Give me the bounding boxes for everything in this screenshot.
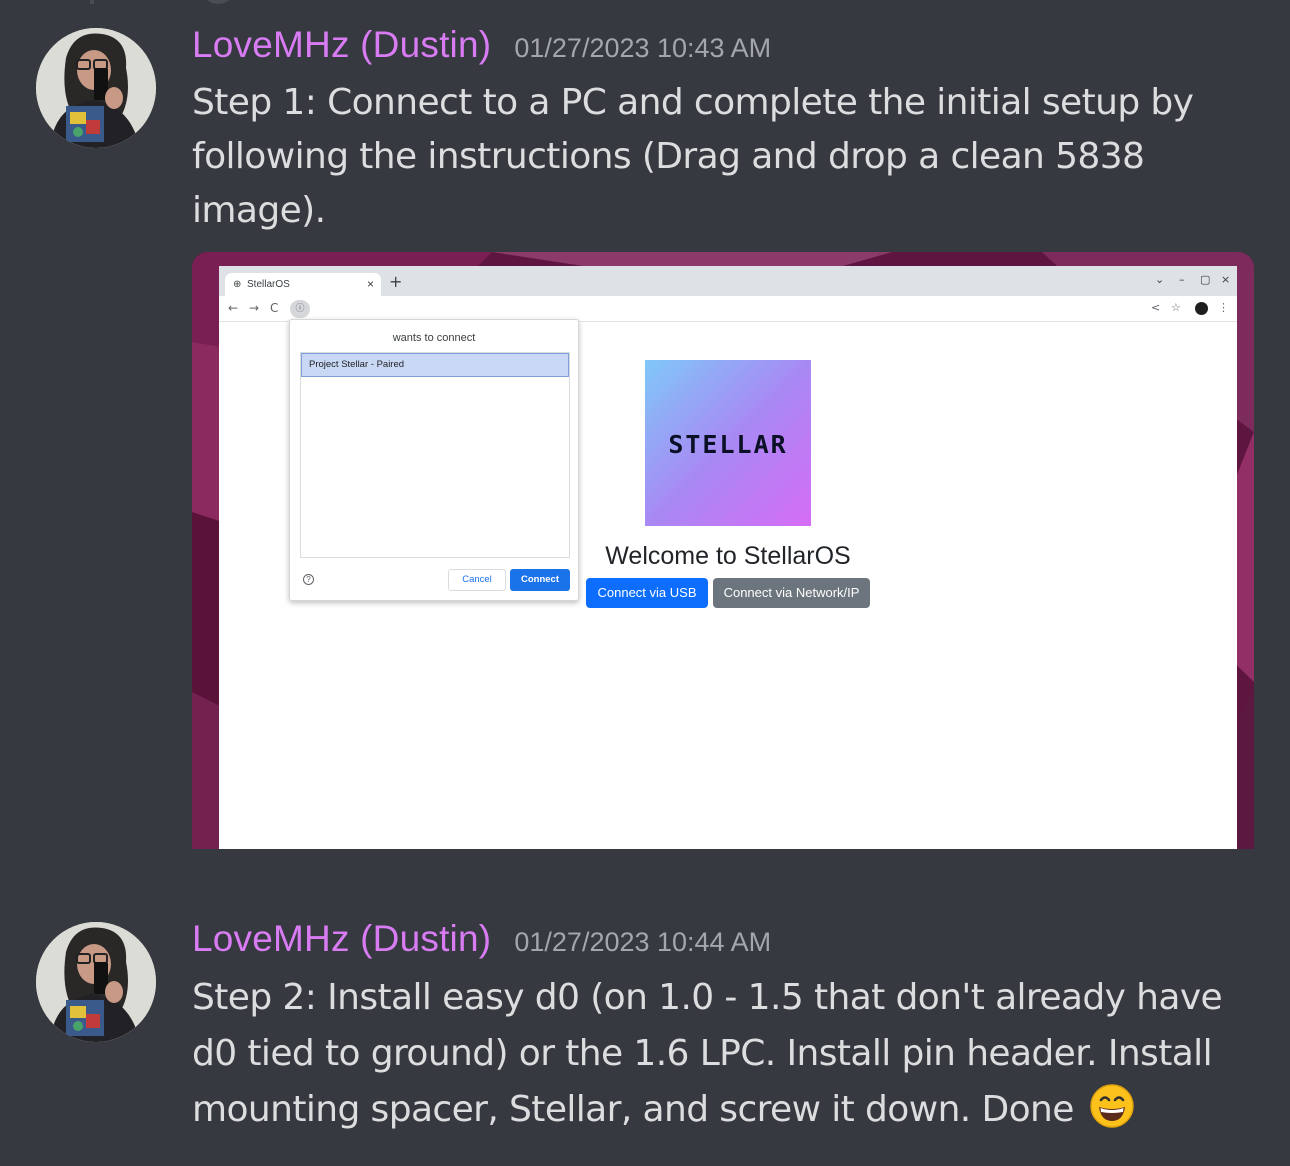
image-attachment[interactable]: ⊕ StellarOS × + ⌄ – ▢ × ← → C ⓘ < ☆ ⋮ wa… bbox=[192, 252, 1254, 849]
message-content: Step 1: Connect to a PC and complete the… bbox=[192, 82, 1194, 231]
avatar-photo bbox=[36, 28, 156, 148]
help-icon[interactable]: ? bbox=[303, 574, 314, 585]
reload-icon[interactable]: C bbox=[270, 301, 278, 315]
avatar[interactable] bbox=[36, 922, 156, 1042]
message-header: LoveMHz (Dustin) 01/27/2023 10:44 AM bbox=[192, 918, 771, 960]
menu-kebab-icon[interactable]: ⋮ bbox=[1218, 301, 1229, 314]
tab-stellaros[interactable]: ⊕ StellarOS × bbox=[225, 273, 381, 296]
logo-text: STELLAR bbox=[668, 430, 788, 459]
connect-usb-button[interactable]: Connect via USB bbox=[586, 578, 708, 608]
new-tab-button[interactable]: + bbox=[389, 272, 402, 291]
device-item[interactable]: Project Stellar - Paired bbox=[301, 353, 569, 377]
message-text: Step 2: Install easy d0 (on 1.0 - 1.5 th… bbox=[192, 977, 1223, 1130]
avatar[interactable] bbox=[36, 28, 156, 148]
timestamp[interactable]: 01/27/2023 10:43 AM bbox=[514, 33, 771, 63]
grinning-face-emoji-icon bbox=[1089, 1084, 1134, 1128]
message-header: LoveMHz (Dustin) 01/27/2023 10:43 AM bbox=[192, 24, 771, 66]
avatar-photo bbox=[36, 922, 156, 1042]
profile-avatar-icon[interactable] bbox=[1195, 302, 1208, 315]
site-info-icon[interactable]: ⓘ bbox=[290, 300, 310, 318]
forward-icon[interactable]: → bbox=[249, 301, 259, 315]
close-tab-icon[interactable]: × bbox=[367, 277, 374, 291]
bookmark-star-icon[interactable]: ☆ bbox=[1171, 301, 1181, 314]
maximize-icon[interactable]: ▢ bbox=[1200, 273, 1210, 286]
dialog-title: wants to connect bbox=[392, 332, 476, 344]
timestamp[interactable]: 01/27/2023 10:44 AM bbox=[514, 927, 771, 957]
connect-network-button[interactable]: Connect via Network/IP bbox=[713, 578, 870, 608]
browser-window: ⊕ StellarOS × + ⌄ – ▢ × ← → C ⓘ < ☆ ⋮ wa… bbox=[219, 266, 1237, 849]
welcome-heading: Welcome to StellarOS bbox=[605, 542, 851, 570]
tab-bar: ⊕ StellarOS × + ⌄ – ▢ × bbox=[219, 266, 1237, 296]
tab-title: StellarOS bbox=[247, 279, 290, 290]
stellar-logo: STELLAR bbox=[645, 360, 811, 526]
username[interactable]: LoveMHz (Dustin) bbox=[192, 24, 491, 65]
previous-message-fragment bbox=[90, 0, 94, 4]
share-icon[interactable]: < bbox=[1151, 301, 1160, 314]
username[interactable]: LoveMHz (Dustin) bbox=[192, 918, 491, 959]
tab-search-icon[interactable]: ⌄ bbox=[1155, 273, 1164, 286]
globe-icon: ⊕ bbox=[233, 279, 242, 290]
previous-message-avatar-edge bbox=[200, 0, 236, 4]
connect-button[interactable]: Connect bbox=[510, 569, 570, 591]
message-content: Step 2: Install easy d0 (on 1.0 - 1.5 th… bbox=[192, 970, 1262, 1138]
close-window-icon[interactable]: × bbox=[1221, 273, 1230, 286]
cancel-button[interactable]: Cancel bbox=[448, 569, 506, 591]
back-icon[interactable]: ← bbox=[228, 301, 238, 315]
minimize-icon[interactable]: – bbox=[1179, 273, 1185, 286]
device-list[interactable]: Project Stellar - Paired bbox=[300, 352, 570, 558]
